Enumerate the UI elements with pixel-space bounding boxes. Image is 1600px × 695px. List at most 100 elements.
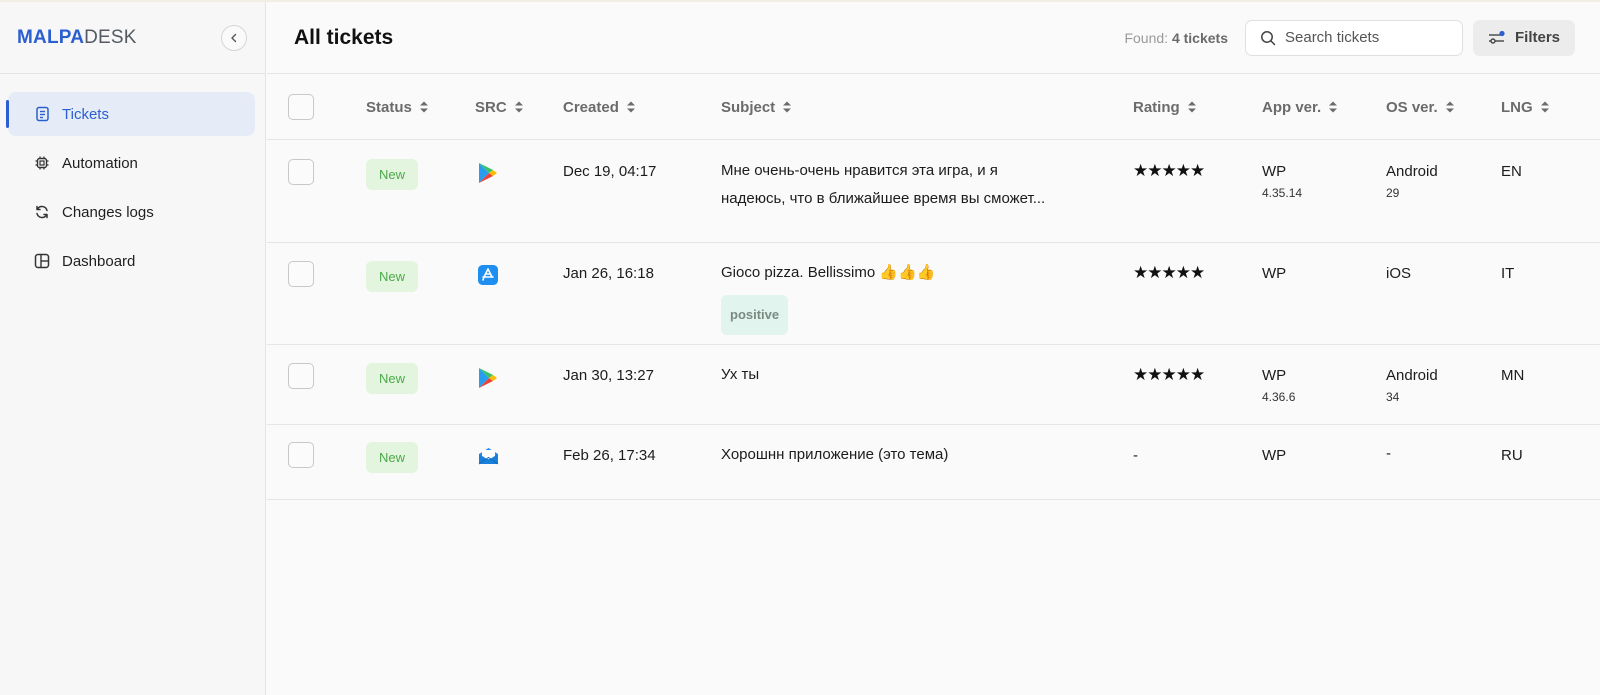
chip-icon — [34, 155, 50, 171]
sidebar: MALPADESK Tickets Automation Changes log… — [0, 2, 266, 695]
tickets-table: Status SRC Created Subject Rating App ve… — [267, 74, 1600, 500]
filters-button[interactable]: Filters — [1473, 19, 1575, 56]
google-play-icon — [478, 162, 498, 188]
column-header-app-ver[interactable]: App ver. — [1262, 74, 1338, 140]
sort-icon — [1445, 100, 1455, 114]
app-version-cell: WP 4.35.14 — [1262, 163, 1302, 200]
os-name: Android — [1386, 163, 1438, 180]
status-cell: New — [366, 442, 419, 473]
filter-sliders-icon — [1488, 30, 1506, 46]
table-row[interactable]: New Jan 26, 16:18 Gioco pizza. Bellissim… — [267, 243, 1600, 345]
os-version: 29 — [1386, 186, 1400, 200]
row-checkbox-cell — [288, 363, 314, 389]
os-version-cell: iOS — [1386, 265, 1411, 282]
row-checkbox[interactable] — [288, 159, 314, 185]
sort-icon — [782, 100, 792, 114]
subject-cell[interactable]: Ух ты — [721, 361, 1091, 389]
os-name: Android — [1386, 367, 1438, 384]
column-header-created[interactable]: Created — [563, 74, 636, 140]
row-checkbox[interactable] — [288, 363, 314, 389]
row-checkbox-cell — [288, 261, 314, 287]
column-header-status[interactable]: Status — [366, 74, 429, 140]
topbar-actions: Found: 4 tickets Filters — [1124, 19, 1575, 56]
sidebar-item-tickets[interactable]: Tickets — [6, 92, 255, 136]
row-checkbox[interactable] — [288, 442, 314, 468]
dashboard-icon — [34, 253, 50, 269]
column-header-subject[interactable]: Subject — [721, 74, 792, 140]
sidebar-nav: Tickets Automation Changes logs Dashboar… — [0, 74, 265, 283]
subject-cell[interactable]: Мне очень-очень нравится эта игра, и я н… — [721, 157, 1091, 213]
sentiment-tag[interactable]: positive — [721, 295, 789, 335]
os-name: - — [1386, 445, 1391, 462]
sort-icon — [1540, 100, 1550, 114]
found-label: Found: — [1124, 29, 1169, 46]
created-date: Dec 19, 04:17 — [563, 163, 657, 180]
app-name: WP — [1262, 367, 1287, 384]
column-header-lng[interactable]: LNG — [1501, 74, 1550, 140]
subject-line: Ух ты — [721, 366, 760, 383]
page-title: All tickets — [294, 25, 394, 49]
table-row[interactable]: New Jan 30, 13:27 Ух ты ★★★★★ WP 4.36.6 … — [267, 345, 1600, 425]
status-cell: New — [366, 159, 419, 190]
app-version-cell: WP — [1262, 447, 1286, 464]
os-version-cell: Android 34 — [1386, 367, 1438, 404]
app-name: WP — [1262, 265, 1287, 282]
rating-stars: ★★★★★ — [1133, 161, 1205, 180]
sidebar-item-label: Dashboard — [62, 252, 136, 270]
status-badge: New — [366, 363, 419, 394]
found-value: 4 tickets — [1171, 29, 1228, 46]
logo-part2: DESK — [84, 26, 137, 48]
column-header-rating[interactable]: Rating — [1133, 74, 1197, 140]
sidebar-item-label: Automation — [62, 154, 138, 172]
language-cell: RU — [1501, 447, 1523, 464]
column-header-os-ver[interactable]: OS ver. — [1386, 74, 1455, 140]
column-label: App ver. — [1262, 98, 1322, 116]
sidebar-item-automation[interactable]: Automation — [8, 141, 255, 185]
select-all-checkbox[interactable] — [288, 94, 314, 120]
column-label: Status — [366, 98, 412, 116]
status-badge: New — [366, 159, 419, 190]
column-label: Created — [563, 98, 619, 116]
sidebar-item-dashboard[interactable]: Dashboard — [8, 239, 255, 283]
subject-cell[interactable]: Gioco pizza. Bellissimo 👍👍👍 positive — [721, 259, 1091, 335]
row-checkbox[interactable] — [288, 261, 314, 287]
sidebar-item-label: Tickets — [62, 105, 109, 123]
chevron-left-icon — [231, 33, 237, 42]
sidebar-item-changes-logs[interactable]: Changes logs — [8, 190, 255, 234]
sort-icon — [419, 100, 429, 114]
column-label: Rating — [1133, 98, 1180, 116]
search-icon — [1261, 30, 1276, 45]
app-name: WP — [1262, 163, 1287, 180]
column-header-src[interactable]: SRC — [475, 74, 524, 140]
subject-line: надеюсь, что в ближайшее время вы сможет… — [721, 190, 1046, 207]
app-version-cell: WP 4.36.6 — [1262, 367, 1295, 404]
collapse-sidebar-button[interactable] — [221, 24, 247, 51]
sort-icon — [626, 100, 636, 114]
table-row[interactable]: New Dec 19, 04:17 Мне очень-очень нравит… — [267, 140, 1600, 243]
language-cell: EN — [1501, 163, 1522, 180]
google-play-icon — [478, 367, 498, 393]
row-checkbox-cell — [288, 159, 314, 185]
subject-line: Gioco pizza. Bellissimo 👍👍👍 — [721, 264, 936, 281]
column-label: SRC — [475, 98, 507, 116]
sort-icon — [1187, 100, 1197, 114]
app-version-cell: WP — [1262, 265, 1286, 282]
table-row[interactable]: New Feb 26, 17:34 Хорошнн приложение (эт… — [267, 425, 1600, 500]
rating-value: - — [1133, 447, 1138, 464]
logo[interactable]: MALPADESK — [17, 27, 137, 49]
rating-stars: ★★★★★ — [1133, 365, 1205, 384]
row-checkbox-cell — [288, 442, 314, 468]
table-header: Status SRC Created Subject Rating App ve… — [267, 74, 1600, 140]
topbar: All tickets Found: 4 tickets Filters — [267, 2, 1600, 74]
created-date: Jan 26, 16:18 — [563, 265, 654, 282]
language-cell: IT — [1501, 265, 1515, 282]
select-all-cell — [288, 74, 314, 140]
column-label: Subject — [721, 98, 776, 116]
status-badge: New — [366, 261, 419, 292]
search-box[interactable] — [1245, 19, 1463, 56]
status-cell: New — [366, 363, 419, 394]
sort-icon — [514, 100, 524, 114]
tag-container: positive — [721, 295, 1091, 335]
subject-cell[interactable]: Хорошнн приложение (это тема) — [721, 441, 1091, 469]
search-input[interactable] — [1285, 29, 1445, 46]
